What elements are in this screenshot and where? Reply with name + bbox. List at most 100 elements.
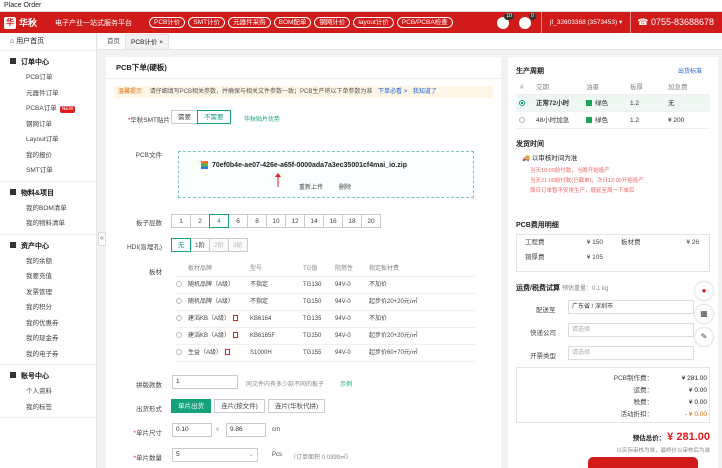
user-menu[interactable]: jf_32603368 (3573453) ▾ [540, 12, 632, 33]
invoice-select[interactable]: 请选择 [568, 346, 694, 360]
layers-option[interactable]: 14 [304, 214, 324, 228]
sidebar-item-my-quotes[interactable]: 我的报价 [0, 148, 96, 164]
express-select[interactable]: 请选择 [568, 323, 694, 337]
sidebar-item-recharge[interactable]: 我要充值 [0, 269, 96, 285]
sidebar-item-pcba-orders[interactable]: PCBA订单 NEW [0, 101, 96, 117]
sidebar-item-materials[interactable]: 我的物料清单 [0, 216, 96, 232]
edit-icon[interactable]: ✎ [695, 328, 713, 346]
sidebar-item-stencil-orders[interactable]: 钢网订单 [0, 117, 96, 133]
cell: 48小时加急 [536, 117, 570, 124]
tab-label: PCB计价 [131, 39, 158, 46]
table-row[interactable]: 48小时加急 绿色 1.2 ¥ 200 [516, 112, 710, 129]
material-radio[interactable] [176, 332, 182, 339]
lead-radio-selected[interactable] [519, 100, 525, 107]
reupload-button[interactable]: 重新上传 [299, 185, 323, 191]
panel-example-link[interactable]: 示例 [340, 379, 352, 388]
nav-stencil[interactable]: 钢网计价 [314, 17, 351, 28]
summary-row: 活动折扣： - ¥ 0.00 [517, 409, 709, 421]
layers-option[interactable]: 8 [247, 214, 267, 228]
sidebar-item-bom[interactable]: 我的BOM清单 [0, 201, 96, 217]
smt-advantage-link[interactable]: 华秋贴片优势 [244, 114, 280, 123]
qr-code-icon[interactable]: ▦ [695, 305, 713, 323]
ship-standard-link[interactable]: 出货标准 [678, 66, 702, 75]
logo[interactable]: 华 华秋 [0, 16, 52, 29]
nav-components[interactable]: 元器件采购 [228, 17, 271, 28]
sidebar-collapse-button[interactable]: « [98, 232, 106, 246]
customer-service-icon[interactable]: ● [695, 282, 713, 300]
table-row[interactable]: 建滔KB（A级） KB6165F TG150 94V-0 起步价20+20元/㎡ [176, 328, 476, 345]
window-title: Place Order [0, 0, 722, 12]
ship-to-select[interactable]: 广东省 / 深圳市 [568, 300, 694, 314]
panel-hq-option[interactable]: 连片(华秋代拼) [267, 399, 326, 413]
pdf-icon[interactable] [233, 315, 239, 322]
table-row[interactable]: 随机品牌（A级） 不指定 TG150 94V-0 起步价20+20元/㎡ [176, 294, 476, 311]
layers-option[interactable]: 12 [285, 214, 305, 228]
smt-need-option[interactable]: 需要 [171, 110, 198, 124]
material-radio[interactable] [176, 298, 182, 305]
nav-pcb-price[interactable]: PCB计价 [149, 17, 186, 28]
sidebar-item-smt-orders[interactable]: SMT订单 [0, 163, 96, 179]
must-read-link[interactable]: 下单必看 > [378, 89, 407, 95]
layers-option[interactable]: 16 [323, 214, 343, 228]
delete-file-button[interactable]: 删除 [339, 185, 351, 191]
sidebar-head-account[interactable]: 账号中心 [0, 370, 96, 384]
qty-select[interactable]: 5 ⌄ [172, 448, 258, 462]
dismiss-link[interactable]: 我知道了 [413, 89, 437, 95]
sidebar-item-cash-coupons[interactable]: 我的现金券 [0, 331, 96, 347]
sidebar-item-points[interactable]: 我的积分 [0, 300, 96, 316]
layers-option[interactable]: 18 [342, 214, 362, 228]
panel-count-input[interactable]: 1 [172, 375, 238, 389]
sidebar-item-pcb-orders[interactable]: PCB订单 [0, 70, 96, 86]
hdi-option-none[interactable]: 无 [171, 238, 191, 252]
layers-option[interactable]: 2 [190, 214, 210, 228]
close-icon[interactable]: × [159, 39, 163, 46]
sidebar-item-tags[interactable]: 我的标签 [0, 400, 96, 416]
panel-file-option[interactable]: 连片(按文件) [214, 399, 265, 413]
message-icon[interactable]: 10 [496, 12, 514, 29]
submit-order-button[interactable] [588, 457, 698, 468]
lead-radio[interactable] [519, 117, 525, 124]
new-badge: NEW [59, 106, 76, 113]
material-radio[interactable] [176, 315, 182, 322]
nav-bom[interactable]: BOM配单 [273, 17, 312, 28]
sidebar-home[interactable]: ⌂ 用户首页 [0, 33, 96, 51]
nav-layout[interactable]: layout计价 [353, 17, 394, 28]
sidebar-item-e-coupons[interactable]: 我的电子券 [0, 347, 96, 363]
sidebar-item-layout-orders[interactable]: Layout订单 [0, 132, 96, 148]
tab-home[interactable]: 首页 [102, 34, 125, 49]
size-width-input[interactable]: 0.10 [172, 423, 212, 437]
layers-option[interactable]: 1 [171, 214, 191, 228]
hdi-option-1[interactable]: 1阶 [190, 238, 210, 252]
material-radio[interactable] [176, 349, 182, 356]
nav-pcb-check[interactable]: PCB/PCBA检查 [396, 17, 453, 28]
size-height-input[interactable]: 9.86 [226, 423, 266, 437]
pdf-icon[interactable] [233, 332, 239, 339]
cell: 94V-0 [335, 282, 351, 288]
sidebar-head-assets[interactable]: 资产中心 [0, 240, 96, 254]
material-radio[interactable] [176, 281, 182, 288]
label-text: 华秋SMT贴片 [130, 117, 170, 124]
sidebar-item-invoices[interactable]: 发票管理 [0, 285, 96, 301]
layers-option[interactable]: 6 [228, 214, 248, 228]
sidebar-item-profile[interactable]: 个人资料 [0, 384, 96, 400]
table-row[interactable]: 随机品牌（A级） 不指定 TG130 94V-0 不加价 [176, 277, 476, 294]
sidebar-head-materials[interactable]: 物料&项目 [0, 187, 96, 201]
single-ship-option[interactable]: 单片出货 [171, 399, 211, 413]
table-row[interactable]: 正常72小时 绿色 1.2 无 [516, 95, 710, 112]
sidebar-item-balance[interactable]: 我的余额 [0, 254, 96, 270]
layers-option-selected[interactable]: 4 [209, 214, 229, 228]
sidebar-item-component-orders[interactable]: 元器件订单 [0, 86, 96, 102]
table-row[interactable]: 建滔KB（A级） KB6164 TG135 94V-0 不加价 [176, 311, 476, 328]
pdf-icon[interactable] [225, 349, 231, 356]
file-upload-area[interactable]: 70ef0b4e-ae07-426e-a65f-0000ada7a3ec3500… [178, 151, 474, 198]
layers-option[interactable]: 20 [361, 214, 381, 228]
smt-not-need-option[interactable]: 不需要 [197, 110, 231, 124]
layers-option[interactable]: 10 [266, 214, 286, 228]
sidebar-head-orders[interactable]: 订单中心 [0, 56, 96, 70]
tab-pcb-price[interactable]: PCB计价 × [125, 34, 169, 49]
sidebar-item-coupons[interactable]: 我的优惠券 [0, 316, 96, 332]
nav-smt-price[interactable]: SMT计价 [188, 17, 226, 28]
cart-icon[interactable]: 0 [518, 12, 536, 29]
table-row[interactable]: 生益（A级） S1000H TG155 94V-0 起步价60+70元/㎡ [176, 345, 476, 362]
sidebar-group-account: 账号中心 个人资料 我的标签 [0, 365, 96, 418]
